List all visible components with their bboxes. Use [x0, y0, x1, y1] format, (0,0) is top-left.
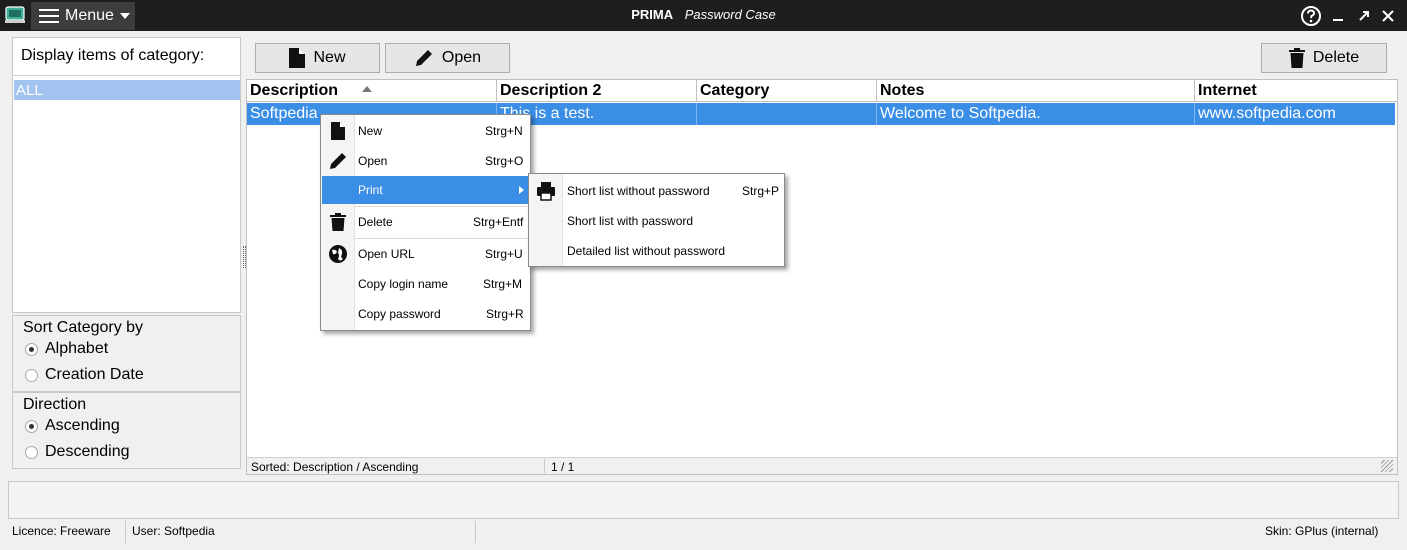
- menu-item-open[interactable]: Open Strg+O: [322, 147, 530, 175]
- radio-label: Ascending: [45, 417, 120, 434]
- pencil-icon: [330, 153, 346, 169]
- open-button[interactable]: Open: [385, 43, 510, 73]
- sort-group-title: Sort Category by: [23, 319, 144, 336]
- radio-indicator: [25, 368, 38, 382]
- radio-indicator: [25, 419, 38, 433]
- help-button[interactable]: [1300, 5, 1322, 27]
- menu-item-shortcut: Strg+R: [486, 307, 524, 321]
- menu-item-shortcut: Strg+N: [485, 124, 523, 138]
- context-menu: New Strg+N Open Strg+O Print Delete Strg…: [320, 114, 531, 331]
- menu-item-label: Short list without password: [567, 184, 710, 198]
- radio-label: Alphabet: [45, 340, 109, 357]
- trash-icon: [1288, 48, 1305, 68]
- resize-grip-icon[interactable]: [1381, 460, 1393, 472]
- detail-panel: [8, 481, 1399, 519]
- menu-item-copy-password[interactable]: Copy password Strg+R: [322, 300, 530, 328]
- radio-ascending[interactable]: Ascending: [25, 417, 120, 435]
- pencil-icon: [415, 50, 432, 66]
- column-header-description[interactable]: Description: [247, 80, 497, 102]
- menu-item-print[interactable]: Print: [322, 176, 530, 204]
- menu-item-copy-login-name[interactable]: Copy login name Strg+M: [322, 270, 530, 298]
- menu-item-label: Detailed list without password: [567, 244, 726, 258]
- column-header-label: Description: [250, 82, 339, 99]
- record-count: 1 / 1: [551, 460, 575, 474]
- sort-ascending-icon: [362, 86, 372, 92]
- globe-icon: [329, 245, 347, 263]
- cell-internet: www.softpedia.com: [1198, 105, 1336, 122]
- radio-descending[interactable]: Descending: [25, 443, 130, 461]
- file-icon: [331, 122, 345, 140]
- cell-notes: Welcome to Softpedia.: [877, 103, 1195, 125]
- print-submenu: Short list without password Strg+P Short…: [528, 173, 785, 267]
- menu-item-label: Open URL: [358, 247, 415, 261]
- menu-item-shortcut: Strg+M: [483, 277, 523, 291]
- licence-status: Licence: Freeware: [12, 524, 111, 538]
- column-header-notes[interactable]: Notes: [877, 80, 1195, 102]
- radio-label: Descending: [45, 443, 130, 460]
- maximize-icon: [1359, 11, 1369, 21]
- sort-status: Sorted: Description / Ascending: [251, 460, 419, 474]
- radio-alphabet[interactable]: Alphabet: [25, 340, 108, 358]
- title-bar: Menue PRIMA Password Case: [0, 0, 1407, 31]
- minimize-icon: [1333, 19, 1343, 21]
- close-button[interactable]: [1377, 5, 1399, 27]
- status-bar: Licence: Freeware User: Softpedia Skin: …: [0, 521, 1407, 550]
- menu-item-new[interactable]: New Strg+N: [322, 117, 530, 145]
- menu-item-detailed-list-without-password[interactable]: Detailed list without password: [530, 237, 784, 265]
- direction-group-title: Direction: [23, 396, 87, 413]
- new-button[interactable]: New: [255, 43, 380, 73]
- maximize-button[interactable]: [1353, 5, 1375, 27]
- delete-button[interactable]: Delete: [1261, 43, 1387, 73]
- open-button-label: Open: [441, 49, 482, 66]
- minimize-button[interactable]: [1327, 5, 1349, 27]
- menu-item-label: Delete: [358, 215, 393, 229]
- cell-category: [697, 103, 877, 125]
- menu-item-label: Print: [358, 183, 383, 197]
- menu-item-label: Open: [358, 154, 388, 168]
- skin-status: Skin: GPlus (internal): [1265, 524, 1379, 538]
- menu-item-delete[interactable]: Delete Strg+Entf: [322, 208, 530, 236]
- user-status: User: Softpedia: [132, 524, 215, 538]
- menu-item-shortcut: Strg+P: [742, 184, 780, 198]
- category-panel: Display items of category: ALL: [12, 37, 241, 313]
- menu-item-short-list-without-password[interactable]: Short list without password Strg+P: [530, 177, 784, 205]
- column-header-internet[interactable]: Internet: [1195, 80, 1397, 102]
- window-title: PRIMA Password Case: [0, 7, 1407, 22]
- menu-item-shortcut: Strg+O: [485, 154, 524, 168]
- close-icon: [1382, 10, 1394, 22]
- app-name: PRIMA: [631, 7, 674, 22]
- table-header: Description Description 2 Category Notes…: [247, 80, 1397, 102]
- radio-creation-date[interactable]: Creation Date: [25, 366, 144, 384]
- radio-label: Creation Date: [45, 366, 144, 383]
- new-button-label: New: [313, 49, 346, 66]
- category-panel-header: Display items of category:: [13, 38, 240, 76]
- menu-item-open-url[interactable]: Open URL Strg+U: [322, 240, 530, 268]
- help-icon: [1301, 6, 1321, 26]
- menu-item-label: Copy password: [358, 307, 441, 321]
- radio-indicator: [25, 342, 38, 356]
- app-subtitle: Password Case: [684, 7, 776, 22]
- printer-icon: [537, 182, 555, 201]
- column-header-description-2[interactable]: Description 2: [497, 80, 697, 102]
- trash-icon: [330, 213, 346, 231]
- category-item-all[interactable]: ALL: [14, 80, 240, 100]
- menu-item-short-list-with-password[interactable]: Short list with password: [530, 207, 784, 235]
- file-icon: [289, 48, 306, 68]
- delete-button-label: Delete: [1312, 49, 1360, 66]
- table-status-bar: Sorted: Description / Ascending 1 / 1: [247, 457, 1397, 474]
- menu-item-shortcut: Strg+Entf: [473, 215, 524, 229]
- sort-category-group: Sort Category by Alphabet Creation Date: [12, 315, 241, 392]
- menu-item-shortcut: Strg+U: [485, 247, 523, 261]
- submenu-arrow-icon: [519, 186, 524, 194]
- column-header-category[interactable]: Category: [697, 80, 877, 102]
- radio-indicator: [25, 445, 38, 459]
- menu-item-label: New: [358, 124, 383, 138]
- direction-group: Direction Ascending Descending: [12, 392, 241, 469]
- menu-item-label: Short list with password: [567, 214, 694, 228]
- menu-item-label: Copy login name: [358, 277, 449, 291]
